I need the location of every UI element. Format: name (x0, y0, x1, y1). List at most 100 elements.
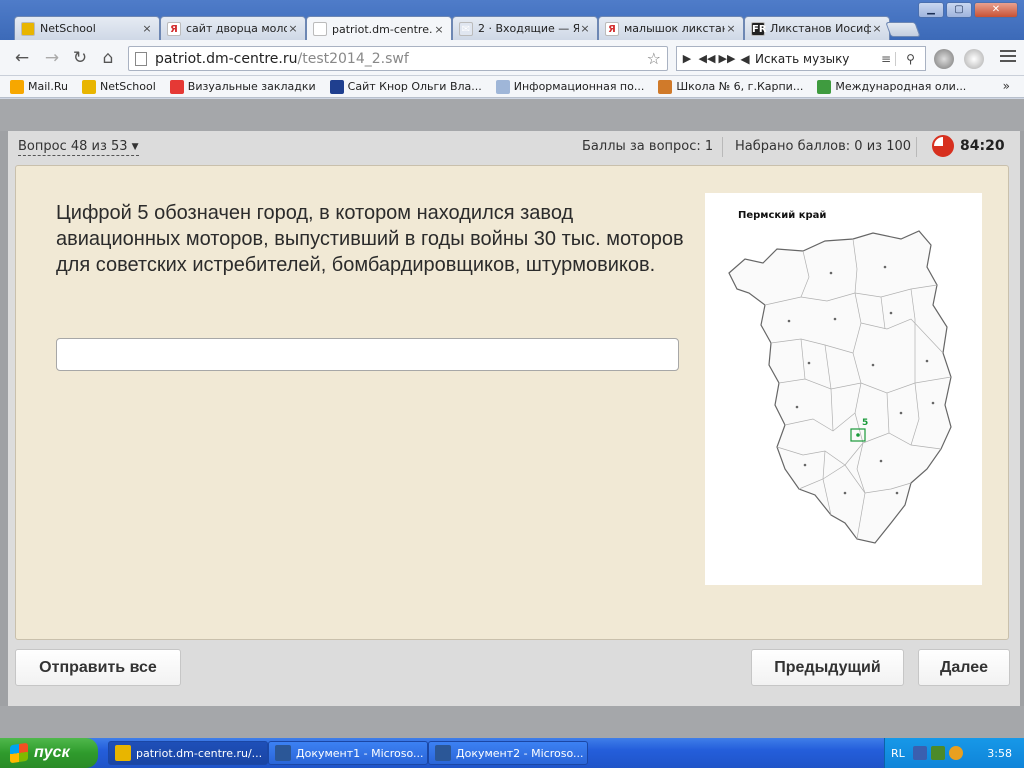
bookmark-item[interactable]: Сайт Кнор Ольги Вла... (329, 79, 482, 94)
page-content: Вопрос 48 из 53 ▼ Баллы за вопрос: 1 Наб… (0, 99, 1024, 738)
answer-input[interactable] (56, 338, 679, 371)
taskbar-task[interactable]: Документ2 - Microso... (428, 741, 588, 765)
start-label: пуск (34, 744, 70, 761)
play-icon[interactable]: ▶ (677, 52, 697, 65)
maximize-button[interactable]: ▢ (946, 2, 972, 18)
reload-icon[interactable]: ↻ (70, 48, 90, 68)
music-menu-icon[interactable]: ≡ (877, 52, 895, 66)
submit-all-button[interactable]: Отправить все (15, 649, 181, 686)
system-tray: RL 3:58 (884, 738, 1024, 768)
bookmark-item[interactable]: NetSchool (81, 79, 156, 94)
bookmark-label: NetSchool (99, 80, 156, 93)
security-icon[interactable] (948, 746, 963, 760)
mail-icon: ✉ (459, 21, 473, 36)
yandex-icon: Я (605, 21, 619, 36)
browser-tab[interactable]: Ясайт дворца моло × (160, 16, 306, 40)
windows-logo-icon (10, 742, 28, 764)
fr-icon: FR (751, 21, 767, 36)
browser-tab[interactable]: ✉ 2 · Входящие — Я × (452, 16, 598, 40)
timer-icon (932, 135, 954, 157)
close-tab-icon[interactable]: × (287, 22, 299, 35)
music-search-bar[interactable]: ▶ ◀◀ ▶▶ ◀ Искать музыку ≡ ⚲ (676, 46, 926, 71)
back-icon[interactable]: ← (12, 48, 32, 68)
bookmark-item[interactable]: Mail.Ru (10, 79, 68, 94)
extension-icon[interactable] (934, 49, 954, 69)
browser-tab[interactable]: FR Ликстанов Иосиф × (744, 16, 890, 40)
profile-icon[interactable] (964, 49, 984, 69)
taskbar-task[interactable]: Документ1 - Microso... (268, 741, 428, 765)
browser-tab[interactable]: patriot.dm-centre.r × (306, 16, 452, 41)
next-button[interactable]: Далее (918, 649, 1010, 686)
browser-tab[interactable]: NetSchool × (14, 16, 160, 40)
bookmark-label: Школа № 6, г.Карпи... (676, 80, 804, 93)
taskbar-task[interactable]: patriot.dm-centre.ru/... (108, 741, 268, 765)
points-per-question: Баллы за вопрос: 1 (582, 139, 714, 154)
word-icon (275, 745, 291, 761)
bookmark-item[interactable]: Школа № 6, г.Карпи... (658, 79, 804, 94)
browser-tab[interactable]: Ямалышок ликстан × (598, 16, 744, 40)
next-track-icon[interactable]: ▶▶ (717, 52, 737, 65)
chrome-menu-icon[interactable] (1000, 50, 1016, 65)
word-icon (435, 745, 451, 761)
language-indicator[interactable]: RL (891, 747, 905, 760)
bookmark-item[interactable]: Информационная по... (495, 79, 645, 94)
minimize-button[interactable]: ▁ (918, 2, 944, 18)
new-tab-button[interactable] (885, 22, 921, 37)
bookmark-star-icon[interactable]: ☆ (647, 49, 661, 68)
bookmark-label: Mail.Ru (28, 80, 68, 93)
network-icon[interactable] (912, 746, 927, 760)
bookmark-label: Международная оли... (835, 80, 967, 93)
page-icon (135, 51, 147, 66)
mailru-icon (10, 79, 24, 94)
start-button[interactable]: пуск (0, 738, 98, 768)
task-label: Документ1 - Microso... (296, 746, 424, 760)
map-image: 5 Пермский край (705, 193, 982, 585)
address-path: /test2014_2.swf (297, 50, 409, 67)
tab-label: Ликстанов Иосиф (770, 22, 871, 35)
browser-toolbar: ← → ↻ ⌂ patriot.dm-centre.ru /test2014_2… (0, 40, 1024, 76)
bookmark-item[interactable]: Визуальные закладки (169, 79, 316, 94)
taskbar: пуск patriot.dm-centre.ru/... Документ1 -… (0, 738, 1024, 768)
page-icon (495, 79, 510, 94)
yandex-icon: Я (167, 21, 181, 36)
question-counter-dropdown[interactable]: Вопрос 48 из 53 ▼ (18, 139, 139, 156)
previous-button[interactable]: Предыдущий (751, 649, 904, 686)
speaker-icon[interactable]: ◀ (737, 52, 753, 66)
school-icon (658, 79, 673, 94)
chevron-down-icon: ▼ (131, 141, 139, 152)
close-tab-icon[interactable]: × (871, 22, 883, 35)
marker-label: 5 (862, 418, 868, 428)
bookmark-label: Визуальные закладки (187, 80, 316, 93)
music-search-label[interactable]: Искать музыку (753, 52, 877, 66)
chrome-icon (115, 745, 131, 761)
points-total: Набрано баллов: 0 из 100 (735, 139, 912, 154)
bookmarks-bar: Mail.Ru NetSchool Визуальные закладки Сайт … (0, 76, 1024, 98)
page-icon (313, 22, 327, 36)
close-tab-icon[interactable]: × (725, 22, 737, 35)
bookmark-item[interactable]: Международная оли... (817, 79, 967, 94)
search-icon[interactable]: ⚲ (895, 51, 925, 66)
close-tab-icon[interactable]: × (141, 22, 153, 35)
close-window-button[interactable]: ✕ (974, 2, 1018, 18)
bookmark-label: Сайт Кнор Ольги Вла... (347, 80, 482, 93)
close-tab-icon[interactable]: × (579, 22, 591, 35)
home-icon[interactable]: ⌂ (98, 48, 118, 68)
task-label: Документ2 - Microso... (456, 746, 584, 760)
address-bar[interactable]: patriot.dm-centre.ru /test2014_2.swf ☆ (128, 46, 668, 71)
nvidia-icon[interactable] (930, 746, 945, 760)
timer: 84:20 (960, 138, 1005, 154)
netschool-icon (21, 21, 35, 36)
question-text: Цифрой 5 обозначен город, в котором нахо… (56, 202, 684, 276)
close-tab-icon[interactable]: × (433, 23, 445, 36)
perm-krai-map: 5 (728, 230, 952, 544)
tab-label: 2 · Входящие — Я (478, 22, 579, 35)
question-counter: Вопрос 48 из 53 (18, 139, 128, 154)
quiz-panel: Вопрос 48 из 53 ▼ Баллы за вопрос: 1 Наб… (8, 131, 1020, 706)
forward-icon[interactable]: → (42, 48, 62, 68)
leaf-icon (817, 79, 832, 94)
bookmark-label: Информационная по... (513, 80, 645, 93)
bookmarks-more-icon[interactable]: » (1003, 79, 1010, 93)
quiz-header: Вопрос 48 из 53 ▼ Баллы за вопрос: 1 Наб… (8, 131, 1020, 163)
previous-track-icon[interactable]: ◀◀ (697, 52, 717, 65)
map-title: Пермский край (738, 210, 827, 221)
